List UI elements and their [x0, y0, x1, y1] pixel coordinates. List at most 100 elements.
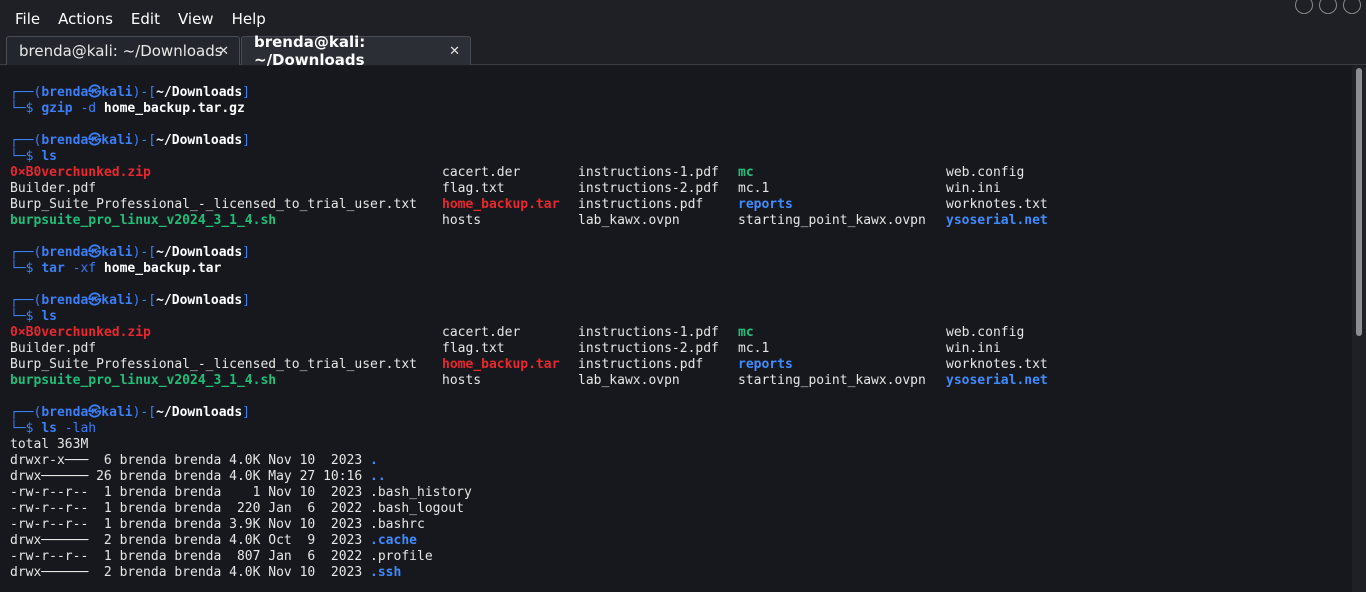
file-entry: mc [738, 325, 754, 340]
file-entry: instructions.pdf [578, 357, 704, 372]
file-entry: instructions.pdf [578, 197, 704, 212]
file-metadata: -rw-r--r-- 1 brenda brenda 807 Jan 6 202… [10, 549, 371, 564]
prompt-host: kali [101, 405, 133, 420]
file-entry: instructions-1.pdf [578, 325, 719, 340]
command-target: home_backup.tar [96, 261, 222, 276]
file-entry: web.config [946, 325, 1025, 340]
menu-bar: File Actions Edit View Help [0, 0, 1366, 38]
file-entry: home_backup.tar [442, 357, 560, 372]
command-name: ls [41, 421, 57, 436]
file-entry: . [370, 453, 378, 468]
tab-terminal-2[interactable]: brenda@kali: ~/Downloads ✕ [241, 33, 471, 69]
prompt-frame: └─$ [10, 101, 42, 116]
prompt-user: brenda [41, 85, 89, 100]
file-entry: mc.1 [738, 341, 770, 356]
ls-long-row: -rw-r--r-- 1 brenda brenda 3.9K Nov 10 2… [10, 517, 425, 533]
prompt-header: ┌──(brenda㉿kali)-[~/Downloads] [10, 293, 250, 309]
command-name: ls [41, 149, 57, 164]
file-entry: win.ini [946, 181, 1001, 196]
file-metadata: -rw-r--r-- 1 brenda brenda 3.9K Nov 10 2… [10, 517, 371, 532]
file-entry: lab_kawx.ovpn [578, 373, 680, 388]
prompt-user: brenda [41, 293, 89, 308]
close-icon[interactable]: ✕ [218, 44, 229, 59]
prompt-frame: ] [242, 293, 251, 308]
close-icon[interactable]: ✕ [449, 44, 460, 59]
file-entry: lab_kawx.ovpn [578, 213, 680, 228]
file-metadata: drwx────── 2 brenda brenda 4.0K Nov 10 2… [10, 565, 371, 580]
file-entry: web.config [946, 165, 1025, 180]
file-metadata: drwxr-x─── 6 brenda brenda 4.0K Nov 10 2… [10, 453, 371, 468]
prompt-frame: )-[ [132, 293, 157, 308]
close-window-button[interactable] [1343, 0, 1361, 14]
prompt-header: ┌──(brenda㉿kali)-[~/Downloads] [10, 85, 250, 101]
terminal-output[interactable]: ┌──(brenda㉿kali)-[~/Downloads] └─$ gzip -… [0, 66, 1352, 592]
file-entry: instructions-2.pdf [578, 181, 719, 196]
terminal-scrollbar[interactable] [1352, 66, 1366, 592]
file-entry: starting_point_kawx.ovpn [738, 373, 926, 388]
prompt-header: ┌──(brenda㉿kali)-[~/Downloads] [10, 133, 250, 149]
prompt-frame: └─$ [10, 421, 42, 436]
prompt-cwd: ~/Downloads [156, 245, 243, 260]
prompt-host: kali [101, 245, 133, 260]
prompt-frame: ┌──( [10, 245, 42, 260]
prompt-frame: └─$ [10, 149, 42, 164]
file-entry: .bashrc [370, 517, 425, 532]
file-entry: reports [738, 357, 793, 372]
prompt-frame: └─$ [10, 261, 42, 276]
file-metadata: -rw-r--r-- 1 brenda brenda 220 Jan 6 202… [10, 501, 371, 516]
ls-total: total 363M [10, 437, 88, 453]
menu-edit[interactable]: Edit [122, 10, 169, 28]
file-metadata: -rw-r--r-- 1 brenda brenda 1 Nov 10 2023 [10, 485, 371, 500]
prompt-command-line: └─$ ls -lah [10, 421, 96, 437]
menu-view[interactable]: View [169, 10, 223, 28]
file-entry: starting_point_kawx.ovpn [738, 213, 926, 228]
prompt-at-symbol: ㉿ [88, 245, 102, 260]
prompt-frame: ┌──( [10, 85, 42, 100]
file-metadata: drwx────── 26 brenda brenda 4.0K May 27 … [10, 469, 371, 484]
command-args: -xf [64, 261, 97, 276]
command-args: -lah [56, 421, 97, 436]
file-entry: .ssh [370, 565, 402, 580]
file-entry: ysoserial.net [946, 213, 1048, 228]
file-entry: 0×B0verchunked.zip [10, 165, 151, 180]
ls-long-row: drwxr-x─── 6 brenda brenda 4.0K Nov 10 2… [10, 453, 378, 469]
file-entry: cacert.der [442, 325, 521, 340]
prompt-frame: ┌──( [10, 293, 42, 308]
ls-long-row: drwx────── 2 brenda brenda 4.0K Oct 9 20… [10, 533, 417, 549]
ls-long-row: -rw-r--r-- 1 brenda brenda 220 Jan 6 202… [10, 501, 464, 517]
file-entry: mc [738, 165, 754, 180]
minimize-window-button[interactable] [1295, 0, 1313, 14]
tab-bar: brenda@kali: ~/Downloads ✕ brenda@kali: … [0, 33, 1366, 69]
file-entry: cacert.der [442, 165, 521, 180]
prompt-frame: ┌──( [10, 405, 42, 420]
command-name: gzip [41, 101, 73, 116]
prompt-host: kali [101, 133, 133, 148]
prompt-host: kali [101, 85, 133, 100]
prompt-user: brenda [41, 405, 89, 420]
file-entry: ysoserial.net [946, 373, 1048, 388]
prompt-header: ┌──(brenda㉿kali)-[~/Downloads] [10, 245, 250, 261]
prompt-at-symbol: ㉿ [88, 133, 102, 148]
tab-terminal-1[interactable]: brenda@kali: ~/Downloads ✕ [6, 36, 240, 65]
menu-actions[interactable]: Actions [49, 10, 122, 28]
prompt-command-line: └─$ ls [10, 309, 57, 325]
menu-file[interactable]: File [6, 10, 49, 28]
maximize-window-button[interactable] [1319, 0, 1337, 14]
prompt-at-symbol: ㉿ [88, 293, 102, 308]
prompt-command-line: └─$ tar -xf home_backup.tar [10, 261, 221, 277]
file-entry: 0×B0verchunked.zip [10, 325, 151, 340]
prompt-frame: ] [242, 405, 251, 420]
prompt-host: kali [101, 293, 133, 308]
file-entry: Builder.pdf [10, 341, 97, 356]
menu-help[interactable]: Help [223, 10, 275, 28]
command-name: tar [41, 261, 65, 276]
prompt-cwd: ~/Downloads [156, 85, 243, 100]
prompt-frame: )-[ [132, 245, 157, 260]
ls-long-row: -rw-r--r-- 1 brenda brenda 1 Nov 10 2023… [10, 485, 472, 501]
scrollbar-thumb[interactable] [1356, 68, 1362, 336]
file-entry: .cache [370, 533, 417, 548]
file-entry: worknotes.txt [946, 197, 1048, 212]
prompt-cwd: ~/Downloads [156, 405, 243, 420]
prompt-frame: )-[ [132, 133, 157, 148]
file-entry: hosts [442, 373, 482, 388]
